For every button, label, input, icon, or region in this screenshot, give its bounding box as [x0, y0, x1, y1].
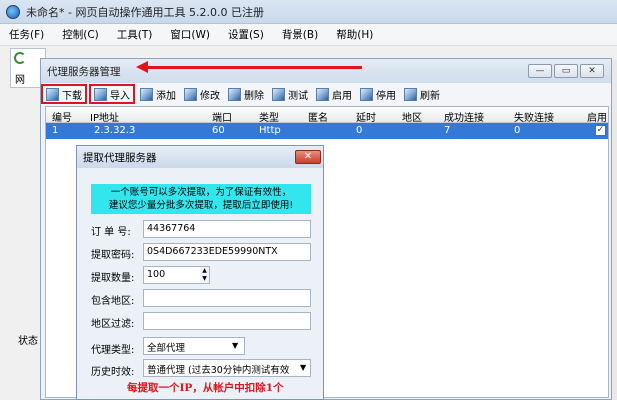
count-input[interactable]: 100 [143, 266, 201, 284]
proxy-manager-title: 代理服务器管理 [47, 65, 121, 78]
test-button[interactable]: 测试 [269, 84, 311, 104]
count-label: 提取数量: [91, 273, 135, 284]
dialog-title-bar: 提取代理服务器 ✕ [77, 146, 323, 168]
extract-proxy-dialog: 提取代理服务器 ✕ 一个账号可以多次提取，为了保证有效性， 建议您少量分批多次提… [76, 145, 324, 400]
menu-task[interactable]: 任务(F) [0, 27, 53, 42]
password-label: 提取密码: [91, 250, 135, 261]
status-label: 状态 [18, 336, 38, 347]
edit-icon [184, 87, 197, 101]
refresh-button[interactable]: 刷新 [401, 84, 443, 104]
proxy-type-select[interactable]: 全部代理 [143, 337, 245, 355]
count-spinner[interactable]: ▲ ▼ [200, 266, 210, 284]
col-id[interactable]: 编号 [52, 109, 72, 124]
menu-bar: 任务(F) 控制(C) 工具(T) 窗口(W) 设置(S) 背景(B) 帮助(H… [0, 24, 617, 46]
enabled-checkbox[interactable]: ✓ [595, 125, 606, 136]
disable-icon [360, 87, 373, 101]
chevron-down-icon[interactable]: ▼ [232, 341, 238, 350]
include-region-label: 包含地区: [91, 296, 135, 307]
delete-icon [228, 87, 241, 101]
add-button[interactable]: 添加 [137, 84, 179, 104]
history-label: 历史时效: [91, 367, 135, 378]
refresh-icon[interactable] [14, 52, 26, 64]
menu-background[interactable]: 背景(B) [273, 27, 327, 42]
notice-banner: 一个账号可以多次提取，为了保证有效性， 建议您少量分批多次提取，提取后立即使用! [91, 184, 311, 214]
notice-line-1: 一个账号可以多次提取，为了保证有效性， [110, 187, 292, 198]
cell-ip: 2.3.32.3 [94, 125, 136, 136]
spin-down-icon[interactable]: ▼ [200, 275, 209, 283]
col-delay[interactable]: 延时 [356, 109, 376, 124]
edit-button[interactable]: 修改 [181, 84, 223, 104]
table-row[interactable]: 1 2.3.32.3 60 Http 0 7 0 ✓ [46, 123, 608, 139]
annotation-arrow-line [146, 66, 362, 69]
spin-up-icon[interactable]: ▲ [200, 267, 209, 275]
menu-control[interactable]: 控制(C) [53, 27, 108, 42]
col-type[interactable]: 类型 [259, 109, 279, 124]
menu-tools[interactable]: 工具(T) [108, 27, 162, 42]
col-ip[interactable]: IP地址 [90, 109, 119, 124]
menu-window[interactable]: 窗口(W) [161, 27, 219, 42]
app-logo-icon [6, 4, 20, 19]
cell-fail: 0 [514, 125, 521, 136]
delete-button[interactable]: 删除 [225, 84, 267, 104]
cell-success: 7 [444, 125, 451, 136]
import-icon [94, 87, 107, 101]
col-success[interactable]: 成功连接 [444, 109, 484, 124]
annotation-arrow-icon [136, 61, 148, 73]
col-enabled[interactable]: 启用 [587, 109, 607, 124]
download-icon [46, 87, 59, 101]
col-fail[interactable]: 失败连接 [514, 109, 554, 124]
minimize-button[interactable]: — [528, 64, 552, 78]
test-icon [272, 87, 285, 101]
background-panel-label: 网 [15, 75, 25, 86]
refresh-icon [404, 87, 417, 101]
main-window-title: 未命名* - 网页自动操作通用工具 5.2.0.0 已注册 [26, 5, 264, 19]
enable-button[interactable]: 启用 [313, 84, 355, 104]
deduction-warning: 每提取一个IP，从帐户中扣除1个 [127, 382, 284, 394]
filter-region-label: 地区过滤: [91, 319, 135, 330]
notice-line-2: 建议您少量分批多次提取，提取后立即使用! [108, 200, 294, 211]
import-button[interactable]: 导入 [89, 84, 135, 104]
menu-help[interactable]: 帮助(H) [327, 27, 382, 42]
col-anonymous[interactable]: 匿名 [308, 109, 328, 124]
order-number-input[interactable]: 44367764 [143, 220, 311, 238]
history-select[interactable]: 普通代理 (过去30分钟内测试有效 [143, 359, 311, 377]
cell-delay: 0 [356, 125, 363, 136]
order-label: 订 单 号: [91, 227, 131, 238]
dialog-close-button[interactable]: ✕ [295, 150, 321, 164]
include-region-input[interactable] [143, 289, 311, 307]
table-header: 编号 IP地址 端口 类型 匿名 延时 地区 成功连接 失败连接 启用 [46, 107, 608, 124]
proxy-toolbar: 下载 导入 添加 修改 删除 测试 启用 停用 刷新 [41, 83, 611, 105]
disable-button[interactable]: 停用 [357, 84, 399, 104]
filter-region-input[interactable] [143, 312, 311, 330]
cell-type: Http [259, 125, 281, 136]
col-port[interactable]: 端口 [212, 109, 232, 124]
proxy-type-label: 代理类型: [91, 345, 135, 356]
cell-port: 60 [212, 125, 225, 136]
password-input[interactable]: 0S4D667233EDE59990NTX [143, 243, 311, 261]
download-button[interactable]: 下载 [41, 84, 87, 104]
col-region[interactable]: 地区 [402, 109, 422, 124]
dialog-title: 提取代理服务器 [83, 151, 157, 164]
add-icon [140, 87, 153, 101]
close-button[interactable]: ✕ [580, 64, 604, 78]
proxy-manager-title-bar: 代理服务器管理 — ▭ ✕ [41, 59, 611, 83]
main-title-bar: 未命名* - 网页自动操作通用工具 5.2.0.0 已注册 [0, 0, 617, 24]
cell-id: 1 [52, 125, 59, 136]
chevron-down-icon[interactable]: ▼ [300, 363, 306, 372]
restore-button[interactable]: ▭ [554, 64, 578, 78]
enable-icon [316, 87, 329, 101]
menu-settings[interactable]: 设置(S) [219, 27, 273, 42]
